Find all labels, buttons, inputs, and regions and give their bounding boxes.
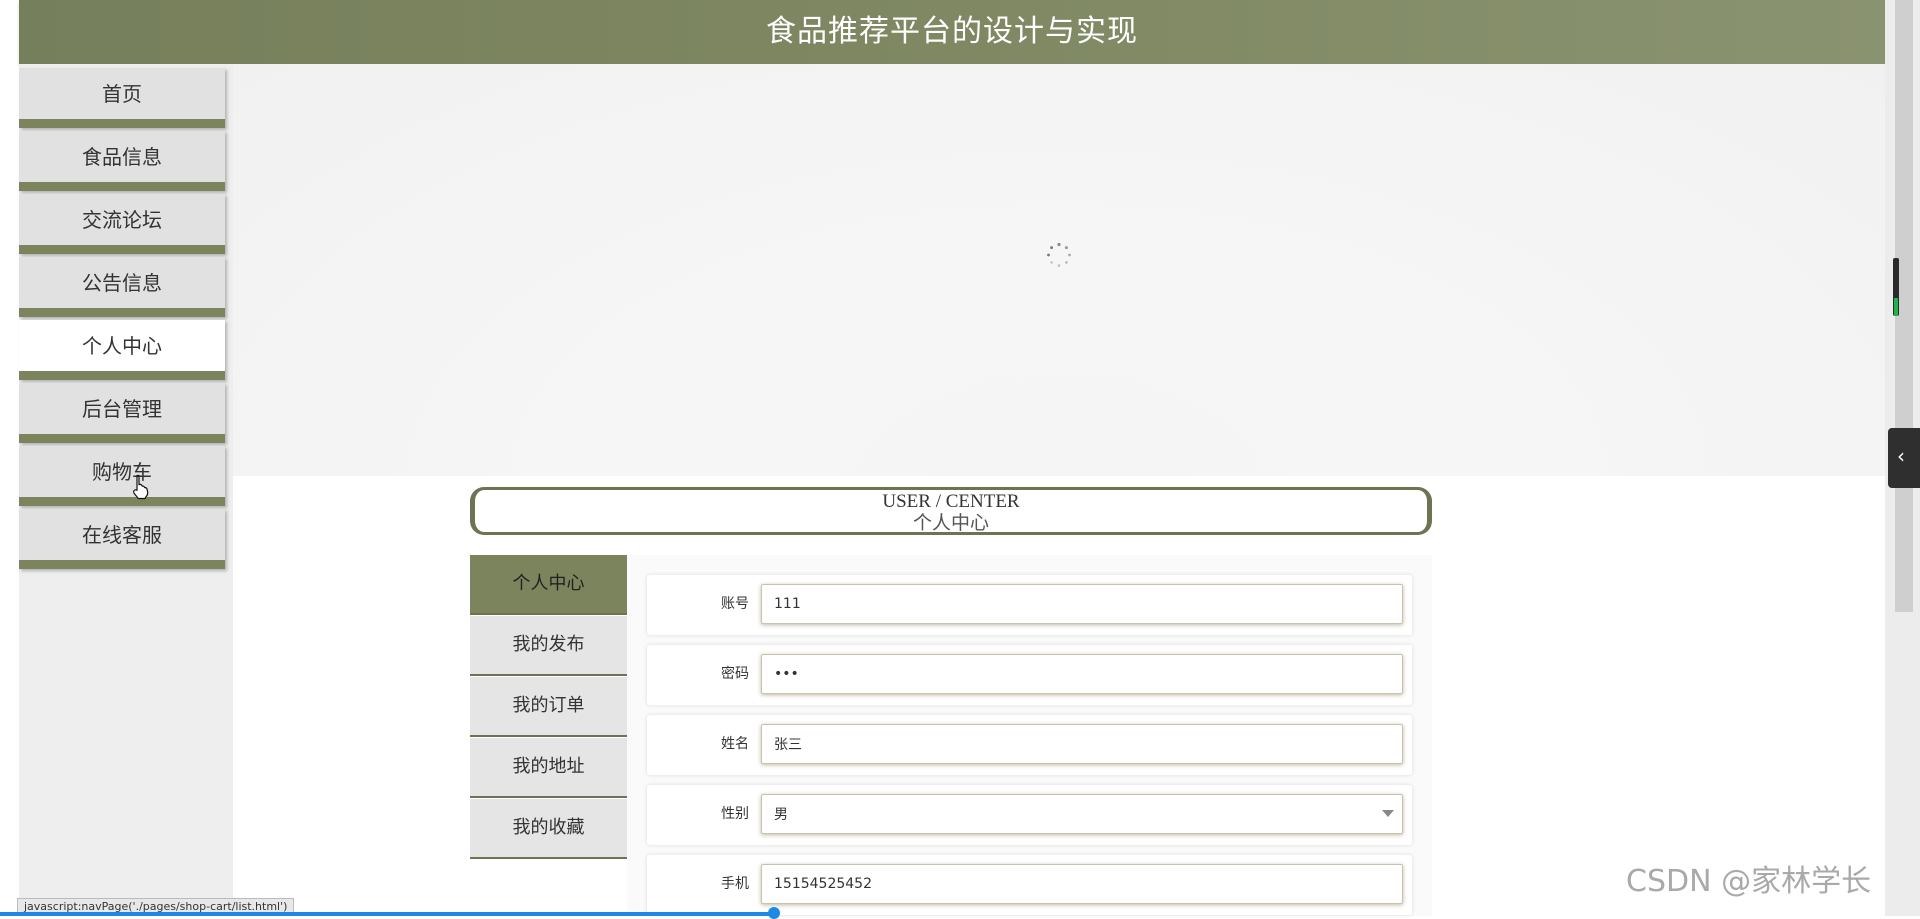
sidebar-item-online-service[interactable]: 在线客服 bbox=[19, 509, 225, 569]
user-center-title: USER / CENTER 个人中心 bbox=[470, 487, 1432, 535]
watermark: CSDN @家林学长 bbox=[1626, 864, 1872, 899]
chevron-left-icon: ‹ bbox=[1897, 444, 1905, 468]
sidebar-item-underline bbox=[19, 182, 225, 191]
sidebar-item-label: 购物车 bbox=[92, 460, 152, 484]
sidebar-item-underline bbox=[19, 308, 225, 317]
loading-progress-bar bbox=[0, 912, 775, 916]
account-row: 账号 bbox=[647, 575, 1412, 635]
section-title-en: USER / CENTER bbox=[882, 491, 1020, 512]
tab-my-address[interactable]: 我的地址 bbox=[470, 738, 627, 798]
sidebar-item-label: 个人中心 bbox=[82, 334, 162, 358]
side-collapse-tab[interactable]: ‹ bbox=[1888, 428, 1920, 488]
sidebar-item-label: 后台管理 bbox=[82, 397, 162, 421]
sidebar-item-shopping-cart[interactable]: 购物车 bbox=[19, 446, 225, 506]
section-title-cn: 个人中心 bbox=[912, 513, 989, 534]
sidebar-item-announcements[interactable]: 公告信息 bbox=[19, 257, 225, 317]
sidebar-item-label: 食品信息 bbox=[82, 145, 162, 169]
sidebar-item-underline bbox=[19, 434, 225, 443]
sidebar-item-label: 公告信息 bbox=[82, 271, 162, 295]
gender-row: 性别 bbox=[647, 785, 1412, 845]
account-input[interactable] bbox=[761, 584, 1403, 624]
tab-label: 我的收藏 bbox=[512, 817, 585, 838]
sidebar-item-admin[interactable]: 后台管理 bbox=[19, 383, 225, 443]
tab-label: 我的订单 bbox=[512, 695, 585, 716]
phone-row: 手机 bbox=[647, 855, 1412, 915]
tab-label: 我的地址 bbox=[512, 756, 585, 777]
sidebar-nav: 首页 食品信息 交流论坛 公告信息 个人中心 后台管理 购物车 在线客服 bbox=[19, 64, 233, 916]
password-row: 密码 bbox=[647, 645, 1412, 705]
tab-label: 个人中心 bbox=[512, 573, 585, 594]
scrollbar-indicator bbox=[1894, 298, 1898, 316]
user-center-tabs: 个人中心 我的发布 我的订单 我的地址 我的收藏 bbox=[470, 555, 627, 916]
site-title: 食品推荐平台的设计与实现 bbox=[766, 14, 1138, 49]
sidebar-item-underline bbox=[19, 497, 225, 506]
sidebar-item-underline bbox=[19, 371, 225, 380]
page-header: 食品推荐平台的设计与实现 bbox=[19, 0, 1885, 64]
account-label: 账号 bbox=[721, 596, 749, 612]
name-row: 姓名 bbox=[647, 715, 1412, 775]
tab-my-favorites[interactable]: 我的收藏 bbox=[470, 799, 627, 859]
phone-label: 手机 bbox=[721, 876, 749, 892]
name-input[interactable] bbox=[761, 724, 1403, 764]
phone-input[interactable] bbox=[761, 864, 1403, 904]
sidebar-item-underline bbox=[19, 119, 225, 128]
sidebar-item-food-info[interactable]: 食品信息 bbox=[19, 131, 225, 191]
tab-label: 我的发布 bbox=[512, 634, 585, 655]
tab-my-orders[interactable]: 我的订单 bbox=[470, 677, 627, 737]
progress-indicator-dot bbox=[768, 907, 780, 919]
password-label: 密码 bbox=[721, 666, 749, 682]
sidebar-item-label: 首页 bbox=[102, 82, 142, 106]
sidebar-item-underline bbox=[19, 560, 225, 569]
banner-carousel bbox=[233, 64, 1885, 476]
sidebar-item-underline bbox=[19, 245, 225, 254]
gender-select[interactable] bbox=[761, 794, 1403, 834]
gender-label: 性别 bbox=[721, 806, 749, 822]
sidebar-item-label: 在线客服 bbox=[82, 523, 162, 547]
tab-user-center[interactable]: 个人中心 bbox=[470, 555, 627, 615]
sidebar-item-label: 交流论坛 bbox=[82, 208, 162, 232]
tab-my-posts[interactable]: 我的发布 bbox=[470, 616, 627, 676]
hand-pointer-icon bbox=[133, 474, 149, 500]
sidebar-item-home[interactable]: 首页 bbox=[19, 68, 225, 128]
sidebar-item-user-center[interactable]: 个人中心 bbox=[19, 320, 225, 380]
password-input[interactable] bbox=[761, 654, 1403, 694]
sidebar-item-forum[interactable]: 交流论坛 bbox=[19, 194, 225, 254]
caret-down-icon[interactable] bbox=[1382, 810, 1394, 817]
name-label: 姓名 bbox=[721, 736, 749, 752]
loading-spinner-icon bbox=[1047, 242, 1071, 267]
